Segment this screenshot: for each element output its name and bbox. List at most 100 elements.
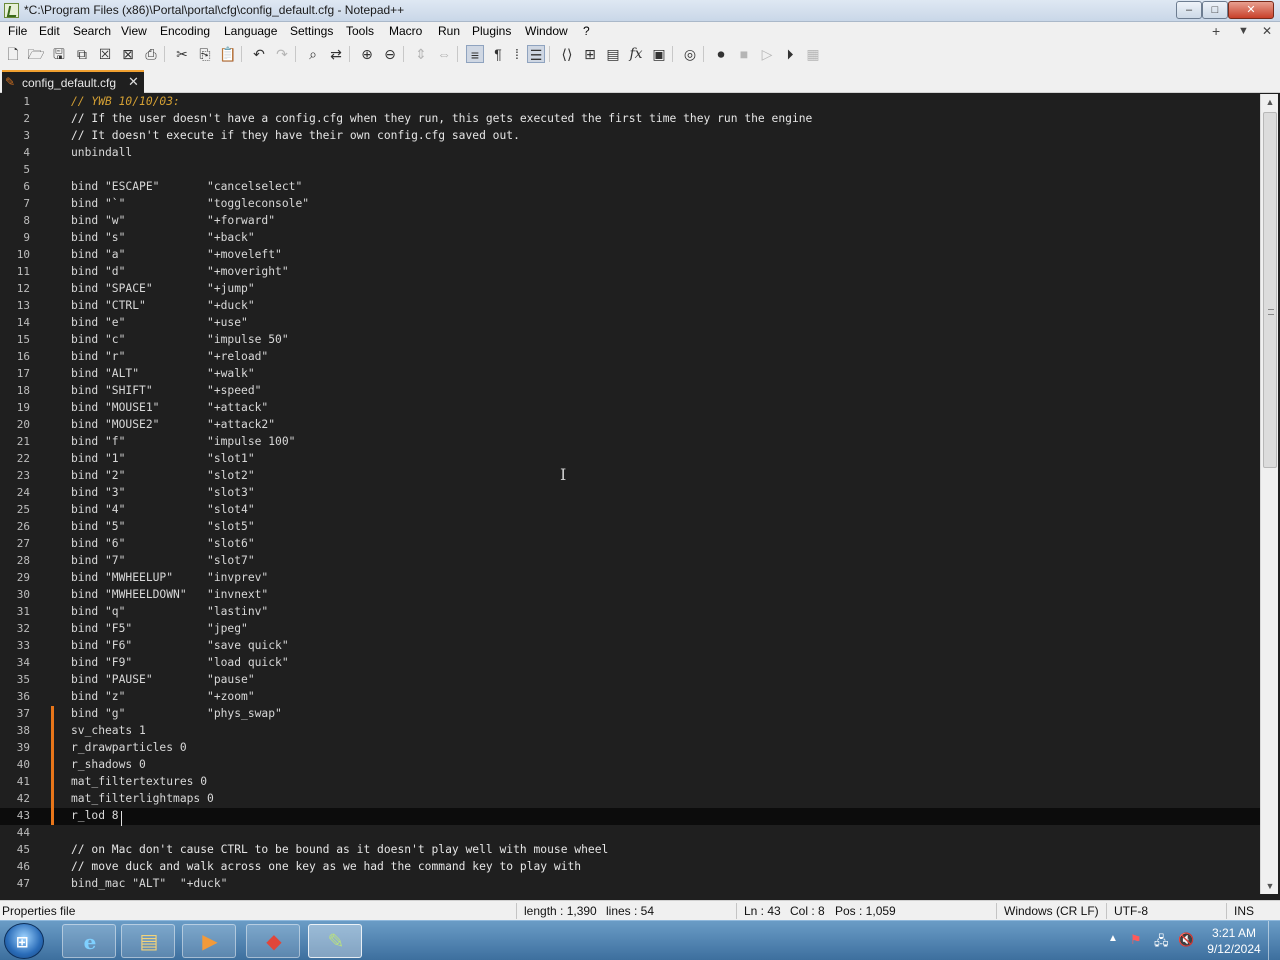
maximize-button[interactable]: □ xyxy=(1202,1,1228,19)
code-line[interactable]: 12 bind "SPACE" "+jump" xyxy=(0,281,1260,298)
menu-file[interactable]: File xyxy=(8,24,27,38)
close-icon[interactable]: ☒ xyxy=(96,45,114,63)
stop-record-icon[interactable]: ■ xyxy=(735,45,753,63)
tab-list-dropdown-icon[interactable]: ▼ xyxy=(1238,25,1249,37)
code-line[interactable]: 10 bind "a" "+moveleft" xyxy=(0,247,1260,264)
code-line[interactable]: 35 bind "PAUSE" "pause" xyxy=(0,672,1260,689)
text-editor[interactable]: 1 // YWB 10/10/03: 2 // If the user doesn't… xyxy=(0,94,1260,894)
code-line[interactable]: 34 bind "F9" "load quick" xyxy=(0,655,1260,672)
code-line[interactable]: 18 bind "SHIFT" "+speed" xyxy=(0,383,1260,400)
code-line[interactable]: 5 xyxy=(0,162,1260,179)
close-window-button[interactable]: ✕ xyxy=(1228,1,1274,19)
code-line[interactable]: 13 bind "CTRL" "+duck" xyxy=(0,298,1260,315)
code-line[interactable]: 6 bind "ESCAPE" "cancelselect" xyxy=(0,179,1260,196)
code-line[interactable]: 17 bind "ALT" "+walk" xyxy=(0,366,1260,383)
scroll-down-icon[interactable]: ▼ xyxy=(1261,878,1279,894)
replace-icon[interactable]: ⇄ xyxy=(327,45,345,63)
add-tab-button[interactable]: + xyxy=(1212,23,1220,39)
code-line[interactable]: 26 bind "5" "slot5" xyxy=(0,519,1260,536)
menu-search[interactable]: Search xyxy=(73,24,111,38)
code-line[interactable]: 8 bind "w" "+forward" xyxy=(0,213,1260,230)
menu-encoding[interactable]: Encoding xyxy=(160,24,210,38)
tab-close-icon[interactable]: ✕ xyxy=(128,74,139,90)
menu-run[interactable]: Run xyxy=(438,24,460,38)
copy-icon[interactable]: ⎘ xyxy=(196,45,214,63)
code-line[interactable]: 42 mat_filterlightmaps 0 xyxy=(0,791,1260,808)
clock-time[interactable]: 3:21 AM xyxy=(1204,926,1264,940)
new-file-icon[interactable]: 🗋 xyxy=(4,45,22,63)
code-line[interactable]: 32 bind "F5" "jpeg" xyxy=(0,621,1260,638)
taskbar-internet-explorer[interactable]: e xyxy=(62,924,116,958)
code-line[interactable]: 36 bind "z" "+zoom" xyxy=(0,689,1260,706)
close-all-icon[interactable]: ⊠ xyxy=(119,45,137,63)
menu-window[interactable]: Window xyxy=(525,24,568,38)
menu-help[interactable]: ? xyxy=(583,24,590,38)
word-wrap-icon[interactable]: ≡ xyxy=(466,45,484,63)
code-line[interactable]: 38 sv_cheats 1 xyxy=(0,723,1260,740)
save-all-icon[interactable]: ⧉ xyxy=(73,45,91,63)
tray-overflow-icon[interactable]: ▲ xyxy=(1108,933,1118,944)
function-list-icon[interactable]: fx xyxy=(627,45,645,63)
code-line[interactable]: 22 bind "1" "slot1" xyxy=(0,451,1260,468)
code-line[interactable]: 24 bind "3" "slot3" xyxy=(0,485,1260,502)
document-list-icon[interactable]: ▤ xyxy=(604,45,622,63)
document-map-icon[interactable]: ⊞ xyxy=(581,45,599,63)
sync-vertical-icon[interactable]: ⇕ xyxy=(412,45,430,63)
find-icon[interactable]: ⌕ xyxy=(304,45,322,63)
play-macro-icon[interactable]: ▷ xyxy=(758,45,776,63)
save-macro-icon[interactable]: ▦ xyxy=(804,45,822,63)
zoom-in-icon[interactable]: ⊕ xyxy=(358,45,376,63)
code-line[interactable]: 21 bind "f" "impulse 100" xyxy=(0,434,1260,451)
show-all-chars-icon[interactable]: ¶ xyxy=(489,45,507,63)
outline-icon[interactable]: ☰ xyxy=(527,45,545,63)
redo-icon[interactable]: ↷ xyxy=(273,45,291,63)
folder-workspace-icon[interactable]: ▣ xyxy=(650,45,668,63)
code-line[interactable]: 23 bind "2" "slot2" xyxy=(0,468,1260,485)
action-center-flag-icon[interactable]: ⚑ xyxy=(1130,932,1142,948)
save-icon[interactable]: 🖫 xyxy=(50,45,68,63)
code-line[interactable]: 4 unbindall xyxy=(0,145,1260,162)
scrollbar-thumb[interactable] xyxy=(1263,112,1277,468)
menu-tools[interactable]: Tools xyxy=(346,24,374,38)
network-icon[interactable]: 🖧 xyxy=(1154,932,1169,954)
code-line[interactable]: 25 bind "4" "slot4" xyxy=(0,502,1260,519)
monitoring-icon[interactable]: ◎ xyxy=(681,45,699,63)
start-button[interactable]: ⊞ xyxy=(4,923,44,959)
code-line[interactable]: 14 bind "e" "+use" xyxy=(0,315,1260,332)
record-macro-icon[interactable]: ⏺ xyxy=(712,45,730,63)
status-eol[interactable]: Windows (CR LF) xyxy=(1004,904,1099,918)
code-line[interactable]: 46 // move duck and walk across one key a… xyxy=(0,859,1260,876)
menu-plugins[interactable]: Plugins xyxy=(472,24,511,38)
taskbar-media-player[interactable]: ▶ xyxy=(182,924,236,958)
code-line[interactable]: 20 bind "MOUSE2" "+attack2" xyxy=(0,417,1260,434)
scroll-up-icon[interactable]: ▲ xyxy=(1261,94,1279,110)
taskbar-notepad-plus-plus[interactable]: ✎ xyxy=(308,924,362,958)
code-line[interactable]: 1 // YWB 10/10/03: xyxy=(0,94,1260,111)
vertical-scrollbar[interactable]: ▲ ▼ xyxy=(1260,94,1278,894)
code-line[interactable]: 31 bind "q" "lastinv" xyxy=(0,604,1260,621)
code-line[interactable]: 30 bind "MWHEELDOWN" "invnext" xyxy=(0,587,1260,604)
undo-icon[interactable]: ↶ xyxy=(250,45,268,63)
code-line[interactable]: 28 bind "7" "slot7" xyxy=(0,553,1260,570)
code-line[interactable]: 33 bind "F6" "save quick" xyxy=(0,638,1260,655)
menu-language[interactable]: Language xyxy=(224,24,277,38)
indent-guide-icon[interactable]: ⁞ xyxy=(508,45,526,63)
code-line[interactable]: 40 r_shadows 0 xyxy=(0,757,1260,774)
code-line[interactable]: 19 bind "MOUSE1" "+attack" xyxy=(0,400,1260,417)
code-line[interactable]: 3 // It doesn't execute if they have thei… xyxy=(0,128,1260,145)
code-line[interactable]: 2 // If the user doesn't have a config.cf… xyxy=(0,111,1260,128)
menu-view[interactable]: View xyxy=(121,24,147,38)
zoom-out-icon[interactable]: ⊖ xyxy=(381,45,399,63)
open-file-icon[interactable]: 🗁 xyxy=(27,45,45,63)
volume-muted-icon[interactable]: 🔇 xyxy=(1178,932,1194,948)
code-line[interactable]: 11 bind "d" "+moveright" xyxy=(0,264,1260,281)
sync-horizontal-icon[interactable]: ⇔ xyxy=(435,45,453,63)
show-desktop-button[interactable] xyxy=(1268,921,1280,960)
taskbar-file-explorer[interactable]: ▤ xyxy=(121,924,175,958)
xml-tag-icon[interactable]: ⟨⟩ xyxy=(558,45,576,63)
code-line[interactable]: 15 bind "c" "impulse 50" xyxy=(0,332,1260,349)
code-line[interactable]: 45 // on Mac don't cause CTRL to be bound… xyxy=(0,842,1260,859)
print-icon[interactable]: ⎙ xyxy=(142,45,160,63)
minimize-button[interactable]: – xyxy=(1176,1,1202,19)
code-line[interactable]: 43 r_lod 8 xyxy=(0,808,1260,825)
